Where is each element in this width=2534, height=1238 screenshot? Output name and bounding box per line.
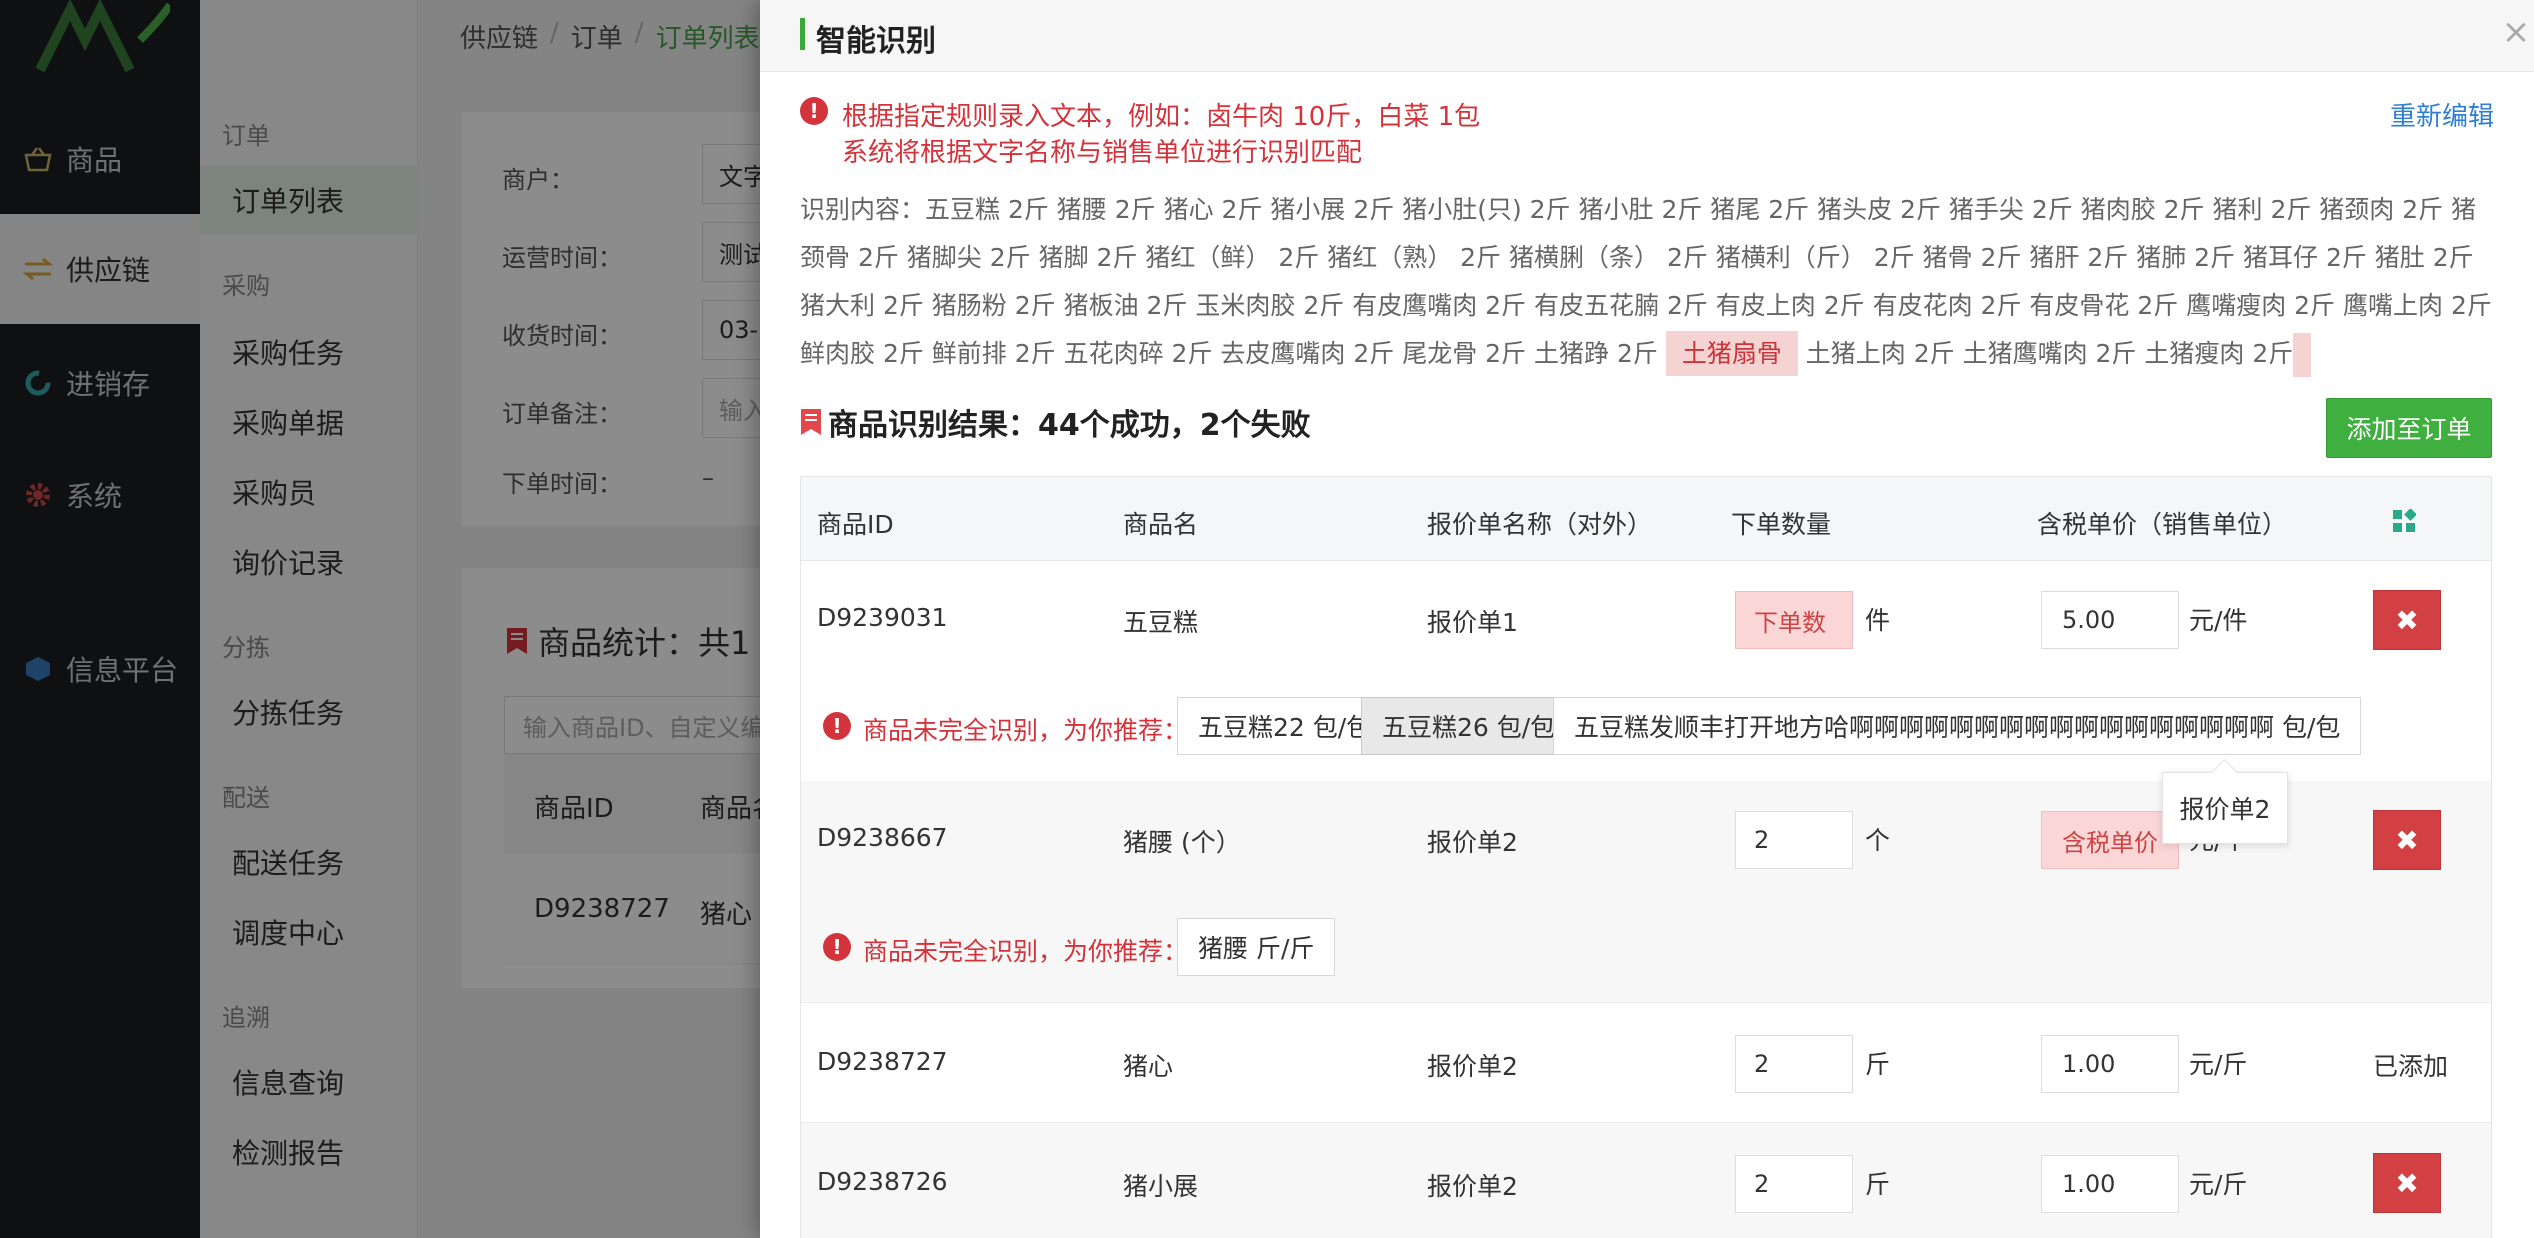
table-row: D9238727 猪心 报价单2 2 斤 1.00 元/斤 已添加 [801,1003,2491,1123]
added-status: 已添加 [2373,1052,2449,1081]
alert-icon: ! [823,933,851,961]
quote-tooltip: 报价单2 [2162,772,2288,844]
close-x-icon: ✖ [2395,823,2419,857]
col-header-price: 含税单价（销售单位） [2037,510,2288,539]
cell-quote: 报价单2 [1427,1172,1518,1201]
bookmark-icon [801,409,821,435]
price-unit: 元/斤 [2189,1050,2248,1079]
drawer-title: 智能识别 [816,24,936,59]
price-unit: 元/斤 [2189,1170,2248,1199]
price-input[interactable]: 含税单价 [2041,811,2179,869]
result-title-text: 商品识别结果：44个成功，2个失败 [828,408,1311,443]
smart-recognition-drawer: 智能识别 × ! 根据指定规则录入文本，例如：卤牛肉 10斤，白菜 1包 系统将… [760,0,2534,1238]
cell-id: D9238726 [817,1167,948,1196]
suggest-label: 商品未完全识别，为你推荐： [863,716,1189,745]
close-icon[interactable]: × [2498,14,2534,50]
drawer-header: 智能识别 × [760,0,2534,72]
cell-id: D9238667 [817,823,948,852]
cell-name: 五豆糕 [1123,608,1199,637]
cell-name: 猪腰 (个） [1123,828,1241,857]
suggest-option[interactable]: 五豆糕发顺丰打开地方哈啊啊啊啊啊啊啊啊啊啊啊啊啊啊啊啊啊 包/包 [1553,697,2362,755]
result-table: 商品ID 商品名 报价单名称（对外） 下单数量 含税单价（销售单位） D9239… [800,476,2492,1238]
cell-id: D9239031 [817,603,948,632]
col-header-quote: 报价单名称（对外） [1427,510,1653,539]
recog-unmatched-empty [2293,333,2312,377]
table-row: D9239031 五豆糕 报价单1 下单数 件 5.00 元/件 ✖ [801,561,2491,671]
alert-icon: ! [823,712,851,740]
quantity-input[interactable]: 下单数 [1735,591,1853,649]
cell-quote: 报价单2 [1427,1052,1518,1081]
qty-unit: 件 [1865,606,1891,635]
col-header-qty: 下单数量 [1731,510,1832,539]
quantity-input[interactable]: 2 [1735,1035,1853,1093]
result-title: 商品识别结果：44个成功，2个失败 [800,400,1311,444]
quantity-input[interactable]: 2 [1735,1155,1853,1213]
qty-unit: 个 [1865,826,1891,855]
suggest-label: 商品未完全识别，为你推荐： [863,937,1189,966]
cell-name: 猪小展 [1123,1172,1199,1201]
title-accent-bar [800,18,805,50]
delete-button[interactable]: ✖ [2373,810,2441,870]
recognition-content: 识别内容：五豆糕 2斤 猪腰 2斤 猪心 2斤 猪小展 2斤 猪小肚(只) 2斤… [800,186,2500,378]
price-input[interactable]: 5.00 [2041,591,2179,649]
hint-line-1: 根据指定规则录入文本，例如：卤牛肉 10斤，白菜 1包 [842,102,1481,132]
price-input[interactable]: 1.00 [2041,1035,2179,1093]
quantity-input[interactable]: 2 [1735,811,1853,869]
cell-id: D9238727 [817,1047,948,1076]
suggest-row: ! 商品未完全识别，为你推荐： 五豆糕22 包/包 五豆糕26 包/包 五豆糕发… [801,671,2491,781]
hint-line-2: 系统将根据文字名称与销售单位进行识别匹配 [842,138,1363,168]
add-to-order-button[interactable]: 添加至订单 [2326,398,2492,458]
suggest-option[interactable]: 五豆糕26 包/包 [1361,697,1577,755]
price-input[interactable]: 1.00 [2041,1155,2179,1213]
cell-name: 猪心 [1123,1052,1174,1081]
col-header-name: 商品名 [1123,510,1199,539]
cell-quote: 报价单2 [1427,828,1518,857]
cell-quote: 报价单1 [1427,608,1518,637]
qty-unit: 斤 [1865,1050,1891,1079]
recog-text: 土猪上肉 2斤 土猪鹰嘴肉 2斤 土猪瘦肉 2斤 [1805,339,2294,368]
delete-button[interactable]: ✖ [2373,1153,2441,1213]
table-header: 商品ID 商品名 报价单名称（对外） 下单数量 含税单价（销售单位） [801,477,2491,561]
tooltip-text: 报价单2 [2179,795,2271,824]
re-edit-link[interactable]: 重新编辑 [2390,96,2494,133]
qty-unit: 斤 [1865,1170,1891,1199]
close-x-icon: ✖ [2395,603,2419,637]
delete-button[interactable]: ✖ [2373,590,2441,650]
recog-unmatched: 土猪扇骨 [1665,331,1798,376]
close-x-icon: ✖ [2395,1166,2419,1200]
table-row: D9238726 猪小展 报价单2 2 斤 1.00 元/斤 ✖ [801,1123,2491,1238]
column-settings-icon[interactable] [2392,509,2416,533]
col-header-id: 商品ID [817,510,894,539]
price-unit: 元/件 [2189,606,2248,635]
suggest-option[interactable]: 猪腰 斤/斤 [1177,918,1336,976]
alert-icon: ! [800,97,828,125]
modal-backdrop[interactable] [0,0,760,1238]
suggest-option[interactable]: 五豆糕22 包/包 [1177,697,1393,755]
